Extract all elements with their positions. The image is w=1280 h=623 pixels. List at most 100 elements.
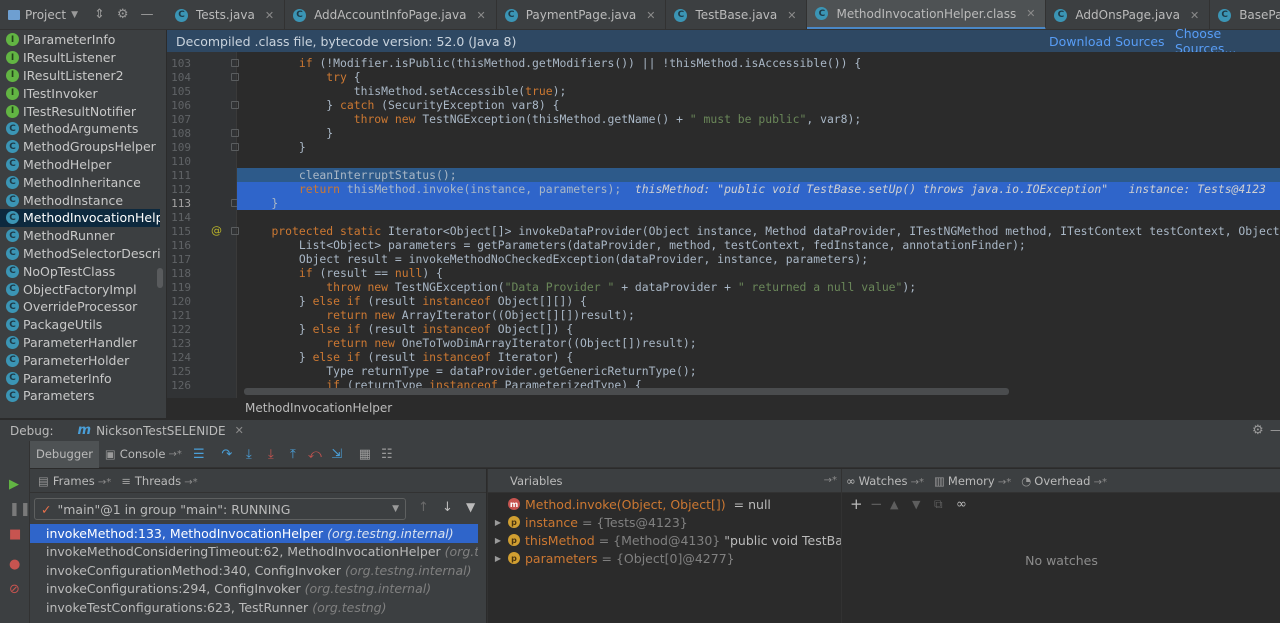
project-tree-item[interactable]: C ParameterHolder [0,351,160,369]
project-tree-item[interactable]: C ParameterInfo [0,369,160,387]
close-icon[interactable]: ✕ [1190,9,1199,22]
project-tree-item[interactable]: C MethodArguments [0,120,160,138]
code-line[interactable]: throw new TestNGException("Data Provider… [244,280,916,294]
move-down-icon[interactable]: ▼ [912,498,934,511]
hide-icon[interactable]: — [141,7,154,22]
run-to-cursor-icon[interactable]: ⇲ [326,447,348,462]
project-tree-item[interactable]: I ITestInvoker [0,84,160,102]
project-tree-item[interactable]: C MethodInheritance [0,173,160,191]
project-tree-item[interactable]: C MethodHelper [0,156,160,174]
breadcrumb-item[interactable]: MethodInvocationHelper [245,401,392,415]
expand-arrow-icon[interactable]: ▶ [488,536,508,545]
code-line[interactable]: return new OneToTwoDimArrayIterator((Obj… [244,336,696,350]
show-watches-icon[interactable]: ∞ [956,497,978,512]
project-tree-item[interactable]: C MethodRunner [0,227,160,245]
hide-icon[interactable]: — [1270,423,1280,438]
force-step-into-icon[interactable]: ⤓ [260,447,282,462]
code-line[interactable]: if (!Modifier.isPublic(thisMethod.getMod… [244,56,861,70]
download-sources-link[interactable]: Download Sources [1049,34,1165,49]
gear-icon[interactable]: ⚙ [1252,423,1264,438]
close-icon[interactable]: ✕ [265,9,274,22]
editor-tab[interactable]: C Tests.java ✕ [167,0,286,29]
code-line[interactable]: cleanInterruptStatus(); [244,168,457,182]
expand-arrow-icon[interactable]: ▶ [488,554,508,563]
debug-session-tab[interactable]: m NicksonTestSELENIDE ✕ [78,423,244,438]
code-line[interactable]: } else if (result instanceof Iterator) { [244,350,573,364]
project-view-selector[interactable]: Project ▼ [8,8,78,22]
code-line[interactable]: if (result == null) { [244,266,443,280]
editor-tab[interactable]: C PaymentPage.java ✕ [497,0,667,29]
drop-frame-icon[interactable]: ⤺ [304,447,326,462]
code-editor[interactable]: 103 104 105 106 107 108 109 110 111 112 113 114 115 1… [167,52,1280,398]
variable-row[interactable]: ▶ p instance = {Tests@4123} [488,513,692,531]
frame-row[interactable]: invokeConfigurations:294, ConfigInvoker(… [30,580,478,599]
tab-memory[interactable]: ▥ Memory →* [934,474,1011,488]
project-tree-item[interactable]: C ObjectFactoryImpl [0,280,160,298]
editor-horizontal-scrollbar[interactable] [244,388,1009,395]
project-tree-item[interactable]: I ITestResultNotifier [0,102,160,120]
tab-debugger[interactable]: Debugger [30,440,99,468]
code-line[interactable]: thisMethod.setAccessible(true); [244,84,567,98]
editor-tab[interactable]: C TestBase.java ✕ [666,0,808,29]
code-line[interactable]: } else if (result instanceof Object[][])… [244,294,587,308]
gear-icon[interactable]: ⚙ [117,7,129,22]
project-tree-item[interactable]: C Parameters [0,387,160,405]
code-line[interactable]: } else if (result instanceof Object[]) { [244,322,573,336]
stop-icon[interactable]: ■ [9,527,21,542]
project-tree-item[interactable]: C ParameterHandler [0,334,160,352]
frame-row[interactable]: invokeConfigurationMethod:340, ConfigInv… [30,561,478,580]
project-tree-item[interactable]: I IParameterInfo [0,31,160,49]
variable-row[interactable]: m Method.invoke(Object, Object[]) = null [488,495,771,513]
code-line[interactable]: try { [244,70,360,84]
move-up-icon[interactable]: ▲ [890,498,912,511]
tab-overhead[interactable]: ◔ Overhead →* [1021,474,1107,488]
view-breakpoints-icon[interactable]: ● [9,557,20,572]
code-line[interactable]: } [244,126,333,140]
add-watch-icon[interactable]: + [850,495,870,513]
project-scrollbar[interactable] [157,268,163,288]
tab-watches[interactable]: ∞ Watches →* [846,474,924,488]
mute-breakpoints-icon[interactable]: ⊘ [9,582,20,597]
editor-tab[interactable]: C MethodInvocationHelper.class ✕ [807,0,1047,29]
tab-frames[interactable]: ▤ Frames →* [38,474,111,488]
collapse-all-icon[interactable]: ⇕ [94,7,105,22]
code-line[interactable]: List<Object> parameters = getParameters(… [244,238,1026,252]
tab-console[interactable]: ▣ Console →* [99,441,188,468]
project-tree-item[interactable]: I IResultListener [0,49,160,67]
show-execution-point-icon[interactable]: ☰ [188,447,210,462]
pause-icon[interactable]: ❚❚ [9,502,31,517]
remove-watch-icon[interactable]: − [870,495,890,513]
variable-row[interactable]: ▶ p parameters = {Object[0]@4277} [488,549,739,567]
project-tree-item[interactable]: C OverrideProcessor [0,298,160,316]
close-icon[interactable]: ✕ [787,9,796,22]
arrow-up-icon[interactable]: ↑ [418,500,429,515]
step-into-icon[interactable]: ⤓ [238,447,260,462]
project-tree-item[interactable]: C MethodInstance [0,191,160,209]
variable-row[interactable]: ▶ p thisMethod = {Method@4130} "public void … [488,531,875,549]
code-line[interactable]: } [244,196,278,210]
filter-icon[interactable]: ▼ [466,500,475,514]
code-line[interactable]: } [244,140,306,154]
code-line[interactable]: } catch (SecurityException var8) { [244,98,559,112]
project-tree-item[interactable]: C MethodGroupsHelper [0,138,160,156]
frame-row[interactable]: invokeMethodConsideringTimeout:62, Metho… [30,543,478,562]
close-icon[interactable]: ✕ [1026,7,1035,20]
copy-icon[interactable]: ⧉ [934,497,956,512]
project-tree-item[interactable]: C PackageUtils [0,316,160,334]
expand-arrow-icon[interactable]: ▶ [488,518,508,527]
step-over-icon[interactable]: ↷ [216,447,238,462]
code-line[interactable]: throw new TestNGException(thisMethod.get… [244,112,862,126]
tab-threads[interactable]: ≡ Threads →* [121,474,197,488]
code-line[interactable]: return new ArrayIterator((Object[][])res… [244,308,635,322]
project-tree-item[interactable]: I IResultListener2 [0,67,160,85]
frame-row[interactable]: invokeTestConfigurations:623, TestRunner… [30,598,478,617]
trace-icon[interactable]: ☷ [376,447,398,462]
project-tree-item[interactable]: C MethodSelectorDescrip [0,245,160,263]
evaluate-expression-icon[interactable]: ▦ [354,447,376,462]
code-line[interactable]: protected static Iterator<Object[]> invo… [244,224,1280,238]
editor-tab[interactable]: C AddAccountInfoPage.java ✕ [285,0,497,29]
thread-selector[interactable]: ✓ "main"@1 in group "main": RUNNING ▼ [34,498,406,520]
close-icon[interactable]: ✕ [646,9,655,22]
frame-row[interactable]: invokeMethod:133, MethodInvocationHelper… [30,524,478,543]
code-line[interactable]: Type returnType = dataProvider.getGeneri… [244,364,696,378]
